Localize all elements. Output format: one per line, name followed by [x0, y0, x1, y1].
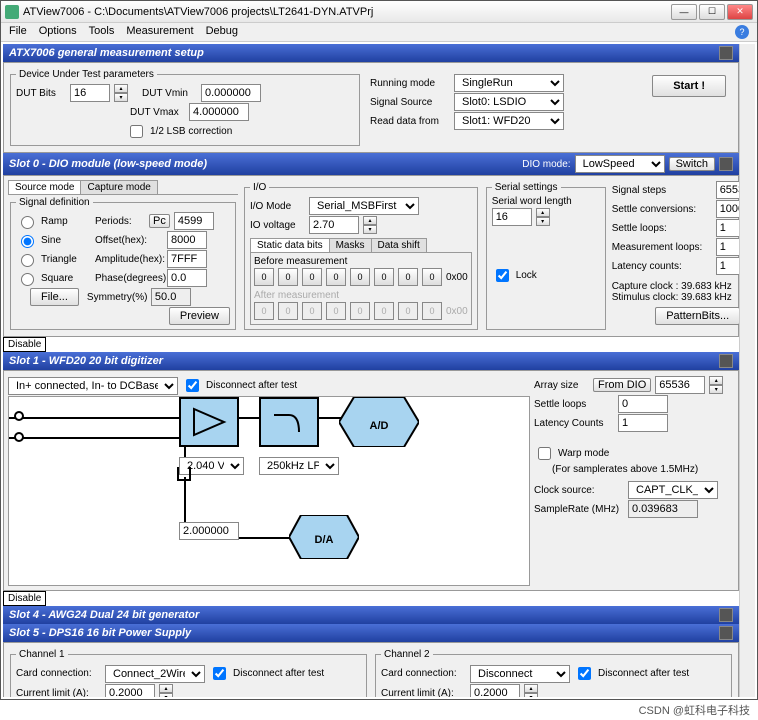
lock-checkbox[interactable] [496, 269, 509, 282]
slot1-latency-input[interactable] [618, 414, 668, 432]
from-dio-button[interactable]: From DIO [593, 378, 651, 392]
help-icon[interactable]: ? [735, 25, 749, 39]
meas-loops-input[interactable] [716, 238, 739, 256]
app-icon [5, 5, 19, 19]
signal-diagram: A/D 2.040 Vp 250kHz LPF D/A [8, 396, 530, 586]
start-button[interactable]: Start ! [652, 75, 726, 97]
periods-input[interactable] [174, 212, 214, 230]
dio-mode-select[interactable]: LowSpeed [575, 155, 665, 173]
watermark: CSDN @虹科电子科技 [0, 700, 758, 720]
disable-button-slot1[interactable]: Disable [3, 591, 46, 606]
ch2-card-conn-select[interactable]: Disconnect [470, 665, 570, 683]
section-header-slot4: Slot 4 - AWG24 Dual 24 bit generator [3, 606, 739, 624]
warp-mode-checkbox[interactable] [538, 447, 551, 460]
signal-steps-input[interactable] [716, 181, 739, 199]
collapse-icon[interactable] [719, 354, 733, 368]
dut-vmin-input[interactable] [201, 84, 261, 102]
close-button[interactable]: ✕ [727, 4, 753, 20]
symmetry-input [151, 288, 191, 306]
maximize-button[interactable]: ☐ [699, 4, 725, 20]
serial-wordlen-input[interactable] [492, 208, 532, 226]
tab-data-shift[interactable]: Data shift [371, 238, 427, 252]
input-pos-icon [14, 411, 24, 421]
periods-button[interactable]: Pc [149, 214, 170, 228]
settle-conv-input[interactable] [716, 200, 739, 218]
section-header-general: ATX7006 general measurement setup [3, 44, 739, 62]
svg-text:A/D: A/D [370, 420, 389, 432]
tab-source-mode[interactable]: Source mode [8, 180, 81, 194]
pattern-bits-button[interactable]: PatternBits... [655, 307, 739, 325]
slot1-settle-loops-input[interactable] [618, 395, 668, 413]
collapse-icon[interactable] [719, 626, 733, 640]
section-header-slot0: Slot 0 - DIO module (low-speed mode) DIO… [3, 153, 739, 175]
switch-icon [177, 467, 191, 481]
file-button[interactable]: File... [30, 288, 79, 306]
read-from-select[interactable]: Slot1: WFD20 [454, 112, 564, 130]
filter-block[interactable] [259, 397, 319, 447]
collapse-icon[interactable] [719, 608, 733, 622]
tab-capture-mode[interactable]: Capture mode [80, 180, 157, 194]
lpf-select[interactable]: 250kHz LPF [259, 457, 339, 475]
menu-file[interactable]: File [9, 25, 27, 39]
ch2-disconnect-checkbox[interactable] [578, 667, 591, 680]
offset-input[interactable] [167, 231, 207, 249]
disable-button-slot0[interactable]: Disable [3, 337, 46, 352]
ch2-current-input[interactable] [470, 684, 520, 697]
ch1-disconnect-checkbox[interactable] [213, 667, 226, 680]
input-neg-icon [14, 432, 24, 442]
settle-loops-input[interactable] [716, 219, 739, 237]
amplitude-input[interactable] [167, 250, 207, 268]
menu-measurement[interactable]: Measurement [126, 25, 193, 39]
tab-masks[interactable]: Masks [329, 238, 372, 252]
wave-triangle-radio[interactable] [21, 254, 34, 267]
collapse-icon[interactable] [719, 157, 733, 171]
io-voltage-input[interactable] [309, 216, 359, 234]
dut-bits-input[interactable] [70, 84, 110, 102]
array-size-input[interactable] [655, 376, 705, 394]
menubar: File Options Tools Measurement Debug ? [1, 23, 757, 42]
preview-button[interactable]: Preview [169, 307, 230, 325]
minimize-button[interactable]: — [671, 4, 697, 20]
latency-input[interactable] [716, 257, 739, 275]
running-mode-select[interactable]: SingleRun [454, 74, 564, 92]
spinner-down-icon[interactable]: ▾ [114, 93, 128, 102]
samplerate-input [628, 500, 698, 518]
collapse-icon[interactable] [719, 46, 733, 60]
menu-options[interactable]: Options [39, 25, 77, 39]
svg-text:D/A: D/A [315, 534, 334, 546]
bit-button[interactable]: 0 [254, 268, 274, 286]
dut-vmax-input[interactable] [189, 103, 249, 121]
phase-input[interactable] [167, 269, 207, 287]
clock-source-select[interactable]: CAPT_CLK_IN [628, 481, 718, 499]
lsb-correction-checkbox[interactable] [130, 125, 143, 138]
section-header-slot5: Slot 5 - DPS16 16 bit Power Supply [3, 624, 739, 642]
main-window: ATView7006 - C:\Documents\ATView7006 pro… [0, 0, 758, 700]
section-header-slot1: Slot 1 - WFD20 20 bit digitizer [3, 352, 739, 370]
disconnect-checkbox[interactable] [186, 379, 199, 392]
menu-tools[interactable]: Tools [89, 25, 115, 39]
ch1-card-conn-select[interactable]: Connect_2Wire [105, 665, 205, 683]
wave-sine-radio[interactable] [21, 235, 34, 248]
wave-ramp-radio[interactable] [21, 216, 34, 229]
io-mode-select[interactable]: Serial_MSBFirst [309, 197, 419, 215]
input-connection-select[interactable]: In+ connected, In- to DCBase [8, 377, 178, 395]
tab-static-bits[interactable]: Static data bits [250, 238, 330, 252]
ch1-current-input[interactable] [105, 684, 155, 697]
menu-debug[interactable]: Debug [206, 25, 238, 39]
vertical-scrollbar[interactable] [739, 44, 755, 697]
window-title: ATView7006 - C:\Documents\ATView7006 pro… [23, 6, 671, 18]
spinner-up-icon[interactable]: ▴ [114, 84, 128, 93]
da-value-input[interactable] [179, 522, 239, 540]
amplifier-block[interactable] [179, 397, 239, 447]
signal-source-select[interactable]: Slot0: LSDIO [454, 93, 564, 111]
switch-button[interactable]: Switch [669, 157, 715, 171]
titlebar[interactable]: ATView7006 - C:\Documents\ATView7006 pro… [1, 1, 757, 23]
wave-square-radio[interactable] [21, 273, 34, 286]
